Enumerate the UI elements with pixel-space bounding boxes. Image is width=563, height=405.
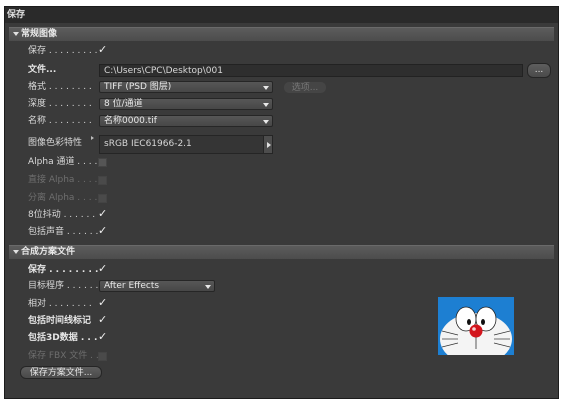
- browse-button[interactable]: ...: [527, 63, 551, 78]
- include-3d-label: 包括3D数据 . . .: [28, 333, 98, 343]
- collapse-triangle-icon: [13, 31, 19, 36]
- depth-dropdown[interactable]: 8 位/通道: [99, 98, 273, 110]
- file-path-field[interactable]: C:\Users\CPC\Desktop\001: [99, 64, 523, 77]
- window-title: 保存: [5, 7, 558, 23]
- section-composition-title: 合成方案文件: [21, 247, 76, 257]
- format-label: 格式 . . . . . . . .: [28, 82, 92, 92]
- color-profile-menu-button[interactable]: [263, 135, 273, 154]
- timeline-markers-label: 包括时间线标记: [28, 316, 92, 326]
- format-dropdown[interactable]: TIFF (PSD 图层): [99, 81, 273, 93]
- render-settings-window: 保存 常规图像 保存 . . . . . . . . . ✓ 文件... C:\…: [4, 6, 559, 399]
- format-value: TIFF (PSD 图层): [104, 82, 172, 92]
- straight-alpha-label: 直接 Alpha . . . .: [28, 175, 98, 185]
- save-project-label: 保存 . . . . . . . . .: [28, 265, 100, 275]
- alpha-checkbox[interactable]: [98, 158, 107, 167]
- save-project-file-button[interactable]: 保存方案文件...: [20, 366, 102, 379]
- collapse-triangle-icon: [13, 249, 19, 254]
- right-pupil: [481, 319, 485, 325]
- straight-alpha-checkbox[interactable]: [98, 176, 107, 185]
- section-header-general[interactable]: 常规图像: [9, 27, 554, 41]
- relative-checkbox[interactable]: ✓: [98, 296, 107, 309]
- dither-label: 8位抖动 . . . . . .: [28, 210, 96, 220]
- file-label: 文件...: [28, 65, 57, 75]
- chevron-down-icon: [263, 86, 269, 90]
- include-3d-checkbox[interactable]: ✓: [98, 330, 107, 343]
- target-app-dropdown[interactable]: After Effects: [99, 280, 215, 292]
- left-pupil: [467, 319, 471, 325]
- depth-value: 8 位/通道: [104, 99, 143, 109]
- nose: [469, 324, 483, 338]
- checkmark-icon: ✓: [98, 330, 108, 343]
- separate-alpha-checkbox[interactable]: [98, 194, 107, 203]
- name-label: 名称 . . . . . . . .: [28, 116, 92, 126]
- fbx-checkbox[interactable]: [98, 352, 107, 361]
- chevron-down-icon: [263, 103, 269, 107]
- name-value: 名称0000.tif: [104, 116, 157, 126]
- checkmark-icon: ✓: [98, 207, 108, 220]
- sound-checkbox[interactable]: ✓: [98, 224, 107, 237]
- options-button[interactable]: 选项...: [283, 81, 327, 94]
- alpha-label: Alpha 通道 . . . .: [28, 157, 98, 167]
- save-image-checkbox[interactable]: ✓: [98, 43, 107, 56]
- nose-highlight: [472, 327, 476, 331]
- dither-checkbox[interactable]: ✓: [98, 207, 107, 220]
- color-profile-label: 图像色彩特性: [28, 138, 83, 148]
- save-image-label: 保存 . . . . . . . . .: [28, 46, 98, 56]
- target-app-label: 目标程序 . . . . . .: [28, 281, 99, 291]
- checkmark-icon: ✓: [98, 43, 108, 56]
- chevron-down-icon: [205, 285, 211, 289]
- target-app-value: After Effects: [104, 281, 160, 291]
- color-profile-field[interactable]: sRGB IEC61966-2.1: [99, 135, 273, 154]
- sound-label: 包括声音 . . . . . .: [28, 227, 99, 237]
- name-dropdown[interactable]: 名称0000.tif: [99, 115, 273, 127]
- save-project-checkbox[interactable]: ✓: [98, 262, 107, 275]
- expand-arrow-icon[interactable]: [91, 136, 94, 140]
- color-profile-value: sRGB IEC61966-2.1: [104, 139, 192, 149]
- chevron-down-icon: [263, 120, 269, 124]
- timeline-markers-checkbox[interactable]: ✓: [98, 313, 107, 326]
- checkmark-icon: ✓: [98, 262, 108, 275]
- checkmark-icon: ✓: [98, 313, 108, 326]
- doraemon-image: [438, 297, 514, 355]
- fbx-label: 保存 FBX 文件 . . .: [28, 351, 100, 361]
- depth-label: 深度 . . . . . . . .: [28, 99, 92, 109]
- section-general-title: 常规图像: [21, 29, 58, 39]
- checkmark-icon: ✓: [98, 224, 108, 237]
- chevron-right-icon: [267, 142, 271, 148]
- checkmark-icon: ✓: [98, 296, 108, 309]
- separate-alpha-label: 分离 Alpha . . . .: [28, 193, 98, 203]
- relative-label: 相对 . . . . . . . .: [28, 299, 92, 309]
- section-header-composition[interactable]: 合成方案文件: [9, 245, 554, 259]
